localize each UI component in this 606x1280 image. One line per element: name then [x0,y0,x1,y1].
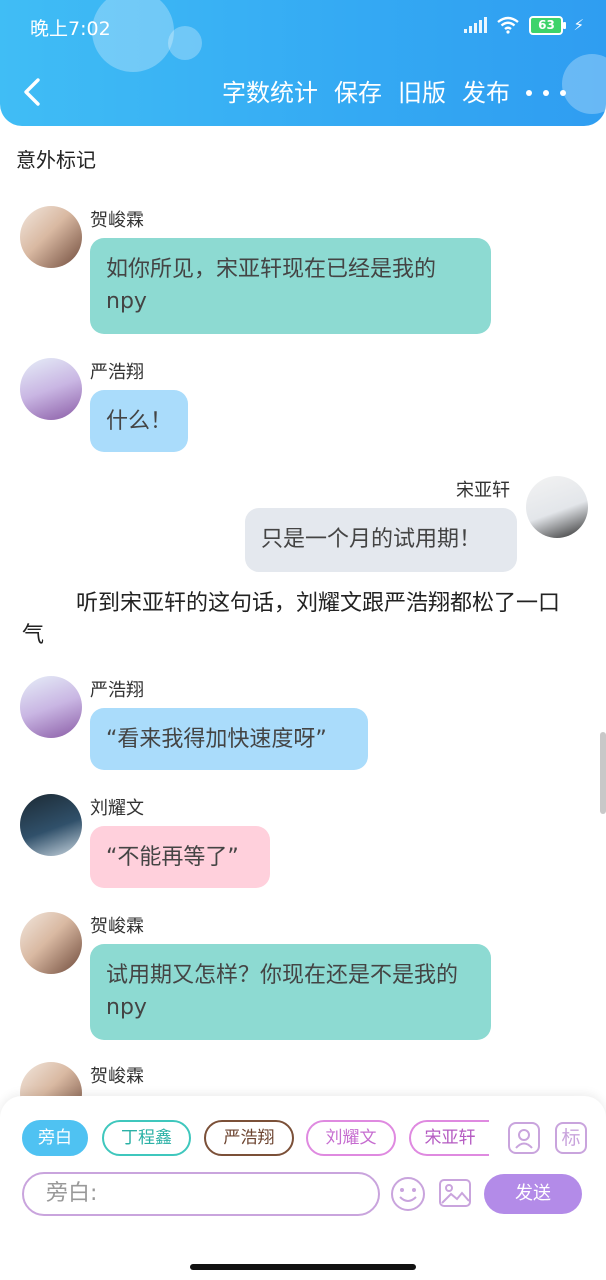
chevron-left-icon [24,78,40,106]
role-chip[interactable]: 宋亚轩 [409,1120,489,1156]
image-icon[interactable] [438,1176,472,1210]
back-button[interactable] [14,72,54,112]
sender-name: 贺峻霖 [90,916,144,937]
save-button[interactable]: 保存 [334,76,382,110]
avatar[interactable] [20,358,82,420]
avatar[interactable] [20,794,82,856]
composer-panel: 旁白 丁程鑫 严浩翔 刘耀文 宋亚轩 标 旁白: 发送 [0,1096,606,1280]
wifi-icon [497,16,520,34]
status-icons: 63 ⚡ [464,14,584,36]
word-count-button[interactable]: 字数统计 [222,76,318,110]
message-bubble[interactable]: 如你所见，宋亚轩现在已经是我的npy [90,238,491,334]
narration-text[interactable]: 听到宋亚轩的这句话，刘耀文跟严浩翔都松了一口气 [22,588,568,652]
message-bubble[interactable]: “看来我得加快速度呀” [90,708,368,770]
avatar[interactable] [20,206,82,268]
role-chip-narrator[interactable]: 旁白 [22,1120,88,1156]
old-version-button[interactable]: 旧版 [398,76,446,110]
nav-actions: 字数统计 保存 旧版 发布 [222,76,510,110]
sender-name: 宋亚轩 [456,480,510,501]
message-input[interactable]: 旁白: [22,1172,380,1216]
sender-name: 严浩翔 [90,680,144,701]
decor-bubble [562,54,606,114]
status-time: 晚上7:02 [30,18,111,40]
message-bubble[interactable]: “不能再等了” [90,826,270,888]
sender-name: 严浩翔 [90,362,144,383]
character-icon[interactable] [508,1122,540,1154]
send-button[interactable]: 发送 [484,1174,582,1214]
sender-name: 贺峻霖 [90,1066,144,1087]
top-bar: 晚上7:02 63 ⚡ 字数统计 保存 旧版 发布 [0,0,606,126]
decor-bubble [168,26,202,60]
sender-name: 贺峻霖 [90,210,144,231]
sender-name: 刘耀文 [90,798,144,819]
role-chip[interactable]: 刘耀文 [306,1120,396,1156]
message-bubble[interactable]: 什么！ [90,390,188,452]
avatar[interactable] [526,476,588,538]
scrollbar[interactable] [600,732,606,814]
home-indicator[interactable] [190,1264,416,1270]
signal-icon [464,17,488,33]
avatar[interactable] [20,912,82,974]
mark-icon[interactable]: 标 [555,1122,587,1154]
charging-icon: ⚡ [573,16,584,34]
emoji-icon[interactable] [390,1176,426,1212]
battery-icon: 63 [529,15,567,35]
message-bubble[interactable]: 只是一个月的试用期！ [245,508,517,572]
document-title: 意外标记 [16,148,96,172]
message-bubble[interactable]: 试用期又怎样？你现在还是不是我的npy [90,944,491,1040]
avatar[interactable] [20,676,82,738]
role-chip[interactable]: 丁程鑫 [102,1120,191,1156]
more-options-button[interactable] [526,78,566,108]
publish-button[interactable]: 发布 [462,76,510,110]
role-chip[interactable]: 严浩翔 [204,1120,294,1156]
